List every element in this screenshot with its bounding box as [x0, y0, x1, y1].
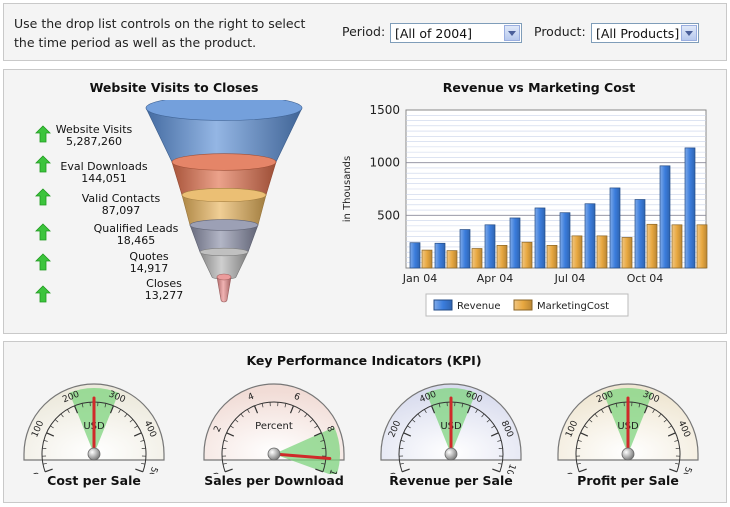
gauge-title: Cost per Sale	[47, 473, 141, 488]
gauge-tick	[669, 468, 678, 473]
gauge-hub	[621, 447, 635, 461]
gauge: 0100200300400500USD	[23, 383, 165, 474]
up-arrow-icon	[35, 188, 51, 206]
x-tick-label: Jan 04	[402, 272, 437, 285]
bar-marketingcost	[571, 235, 583, 269]
bar-marketingcost	[421, 249, 433, 269]
bar-revenue	[434, 242, 446, 269]
bar-revenue	[684, 147, 696, 269]
gauge-title: Revenue per Sale	[389, 473, 513, 488]
bar-revenue	[659, 165, 671, 269]
x-tick-label: Apr 04	[477, 272, 514, 285]
chart-title: Revenue vs Marketing Cost	[442, 80, 636, 95]
gauge-tick	[224, 468, 233, 473]
bar-revenue	[484, 224, 496, 269]
gauge-tick	[222, 462, 227, 465]
y-tick-label: 1000	[369, 156, 400, 170]
legend-swatch	[433, 299, 453, 311]
y-tick-label: 1500	[369, 103, 400, 117]
gauge: 02004006008001000USD	[380, 383, 522, 474]
gauge-tick	[401, 468, 410, 473]
product-select[interactable]: [All Products]	[591, 23, 699, 43]
x-tick-label: Oct 04	[627, 272, 664, 285]
bar-marketingcost	[596, 235, 608, 269]
gauge-tick	[675, 462, 680, 465]
funnel-title: Website Visits to Closes	[89, 80, 259, 95]
gauge-tick	[492, 468, 501, 473]
gauge-hub	[267, 447, 281, 461]
x-tick-label: Jul 04	[554, 272, 586, 285]
legend-label: Revenue	[457, 301, 501, 312]
legend-swatch	[513, 299, 533, 311]
gauge-tick	[578, 468, 587, 473]
up-arrow-icon	[35, 155, 51, 173]
bar-marketingcost	[671, 224, 683, 269]
bar-revenue	[634, 199, 646, 269]
bar-marketingcost	[471, 248, 483, 269]
bar-revenue	[409, 242, 421, 269]
gauge-title: Profit per Sale	[577, 473, 679, 488]
y-tick-label: 500	[377, 208, 400, 222]
kpi-panel: Key Performance Indicators (KPI) 0100200…	[3, 341, 727, 503]
gauge: 0100200300400500USD	[557, 383, 699, 474]
gauge-unit: Percent	[255, 421, 293, 432]
product-select-value: [All Products]	[596, 26, 680, 41]
bar-revenue	[584, 203, 596, 269]
gauge-tick	[42, 462, 47, 465]
instructions-text: Use the drop list controls on the right …	[14, 16, 306, 50]
gauge-tick	[498, 462, 503, 465]
y-axis-label: in Thousands	[342, 156, 353, 222]
bar-marketingcost	[521, 241, 533, 269]
gauge-tick	[135, 468, 144, 473]
chevron-down-icon[interactable]	[504, 25, 520, 41]
product-label: Product:	[534, 24, 586, 39]
legend-label: MarketingCost	[537, 301, 609, 312]
up-arrow-icon	[35, 125, 51, 143]
bar-revenue	[534, 207, 546, 269]
bar-marketingcost	[646, 223, 658, 269]
gauge-tick	[576, 462, 581, 465]
funnel-chart	[145, 100, 303, 303]
period-label: Period:	[342, 24, 386, 39]
filter-panel: Use the drop list controls on the right …	[3, 3, 727, 61]
gauge: 0246810Percent	[203, 383, 345, 474]
up-arrow-icon	[35, 253, 51, 271]
gauge-title: Sales per Download	[204, 473, 344, 488]
bar-marketingcost	[546, 245, 558, 269]
up-arrow-icon	[35, 285, 51, 303]
bar-marketingcost	[621, 237, 633, 269]
kpi-title: Key Performance Indicators (KPI)	[246, 353, 482, 368]
gauge-tick	[141, 462, 146, 465]
gauge-tick	[44, 468, 53, 473]
bar-revenue	[459, 229, 471, 269]
gauge-hub	[87, 447, 101, 461]
gauge-tick	[399, 462, 404, 465]
bar-marketingcost	[696, 224, 708, 269]
charts-panel: Website Visits to Closes Website Visits 5…	[3, 69, 727, 334]
period-select[interactable]: [All of 2004]	[390, 23, 522, 43]
up-arrow-icon	[35, 223, 51, 241]
gauge-hub	[444, 447, 458, 461]
revenue-chart: 500 1000 1500 in Thousands Jan 04 Apr 04 Jul 0…	[342, 103, 708, 317]
bar-revenue	[509, 217, 521, 269]
bar-marketingcost	[446, 250, 458, 269]
period-select-value: [All of 2004]	[395, 26, 473, 41]
bar-revenue	[609, 187, 621, 269]
bar-revenue	[559, 212, 571, 269]
chevron-down-icon[interactable]	[681, 25, 697, 41]
funnel-stage	[216, 273, 232, 303]
bar-marketingcost	[496, 245, 508, 269]
